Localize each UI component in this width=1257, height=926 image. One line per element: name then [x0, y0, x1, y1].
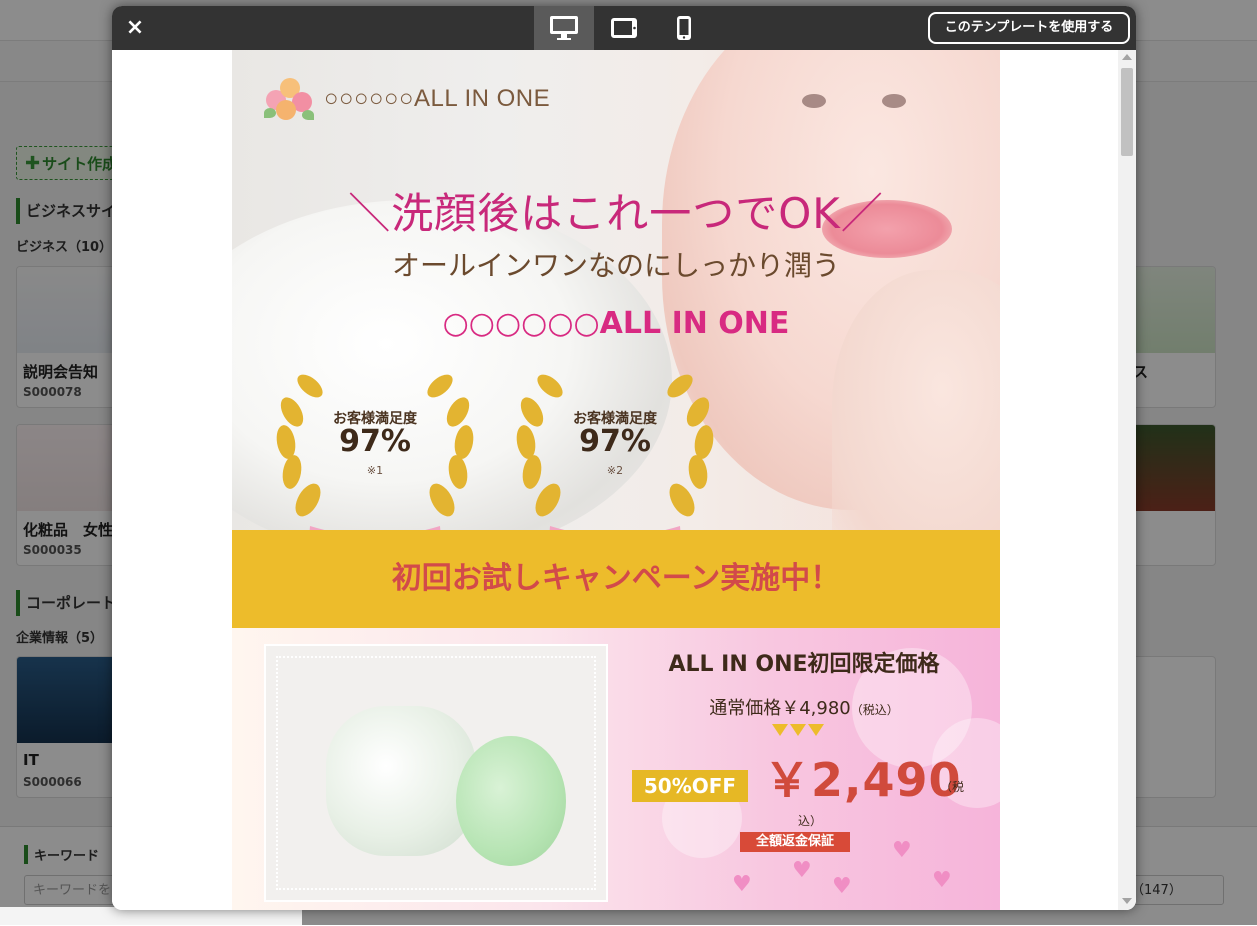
- logo-text: ○○○○○○ALL IN ONE: [324, 85, 551, 112]
- model-face-detail: [882, 94, 906, 108]
- award-footnote: ※2: [606, 464, 624, 477]
- desktop-icon: [550, 16, 578, 40]
- down-arrows-icon: [772, 724, 824, 736]
- award-footnote: ※1: [366, 464, 384, 477]
- landing-page: ○○○○○○ALL IN ONE ＼洗顔後はこれ一つでOK／ オールインワンなの…: [232, 50, 1000, 910]
- model-face-detail: [802, 94, 826, 108]
- award-value: 97%: [579, 424, 651, 459]
- site-logo[interactable]: ○○○○○○ALL IN ONE: [262, 74, 550, 124]
- sale-price-tax: （税: [940, 780, 965, 794]
- template-preview-modal: × このテンプレートを使用する ○○○○○○ALL IN ONE ＼洗顔後はこれ…: [112, 6, 1136, 910]
- desktop-view-button[interactable]: [534, 6, 594, 50]
- hero-product-name: ○○○○○○ALL IN ONE: [442, 306, 790, 341]
- modal-toolbar: × このテンプレートを使用する: [112, 6, 1136, 50]
- offer-title: ALL IN ONE初回限定価格: [668, 652, 940, 677]
- regular-price-value: 通常価格￥4,980: [709, 698, 851, 719]
- use-template-button[interactable]: このテンプレートを使用する: [928, 12, 1130, 44]
- award-value: 97%: [339, 424, 411, 459]
- sale-price: ￥2,490: [764, 753, 962, 807]
- tablet-view-button[interactable]: [594, 6, 654, 50]
- hero-section: ○○○○○○ALL IN ONE ＼洗顔後はこれ一つでOK／ オールインワンなの…: [232, 50, 1000, 530]
- discount-badge: 50%OFF: [632, 770, 748, 802]
- preview-scrollbar[interactable]: [1118, 50, 1136, 910]
- scroll-down-icon[interactable]: [1122, 898, 1132, 904]
- mobile-view-button[interactable]: [654, 6, 714, 50]
- hero-headline: ＼洗顔後はこれ一つでOK／: [348, 189, 884, 238]
- template-preview-frame[interactable]: ○○○○○○ALL IN ONE ＼洗顔後はこれ一つでOK／ オールインワンなの…: [112, 50, 1136, 910]
- close-icon[interactable]: ×: [122, 14, 148, 42]
- product-image: [264, 644, 608, 902]
- award-badge: お客様満足度 97% ※2: [510, 350, 720, 530]
- mobile-icon: [677, 16, 691, 40]
- sale-price-tax-cont: 込）: [798, 814, 823, 828]
- guarantee-badge: 全額返金保証: [740, 832, 850, 852]
- scroll-up-icon[interactable]: [1122, 54, 1132, 60]
- tablet-icon: [611, 18, 637, 38]
- award-badge: お客様満足度 97% ※1: [270, 350, 480, 530]
- offer-section: ♥ ♥ ♥ ♥ ♥ ALL IN ONE初回限定価格 通常価格￥4,980（税込…: [232, 628, 1000, 910]
- campaign-banner: 初回お試しキャンペーン実施中！: [232, 530, 1000, 628]
- flower-logo-icon: [262, 74, 318, 124]
- scrollbar-thumb[interactable]: [1121, 68, 1133, 156]
- regular-price-tax: （税込）: [850, 703, 899, 717]
- cream-jar: [326, 706, 476, 856]
- hero-subheadline: オールインワンなのにしっかり潤う: [391, 249, 840, 282]
- cream-jar-lid: [456, 736, 566, 866]
- regular-price: 通常価格￥4,980（税込）: [624, 694, 984, 720]
